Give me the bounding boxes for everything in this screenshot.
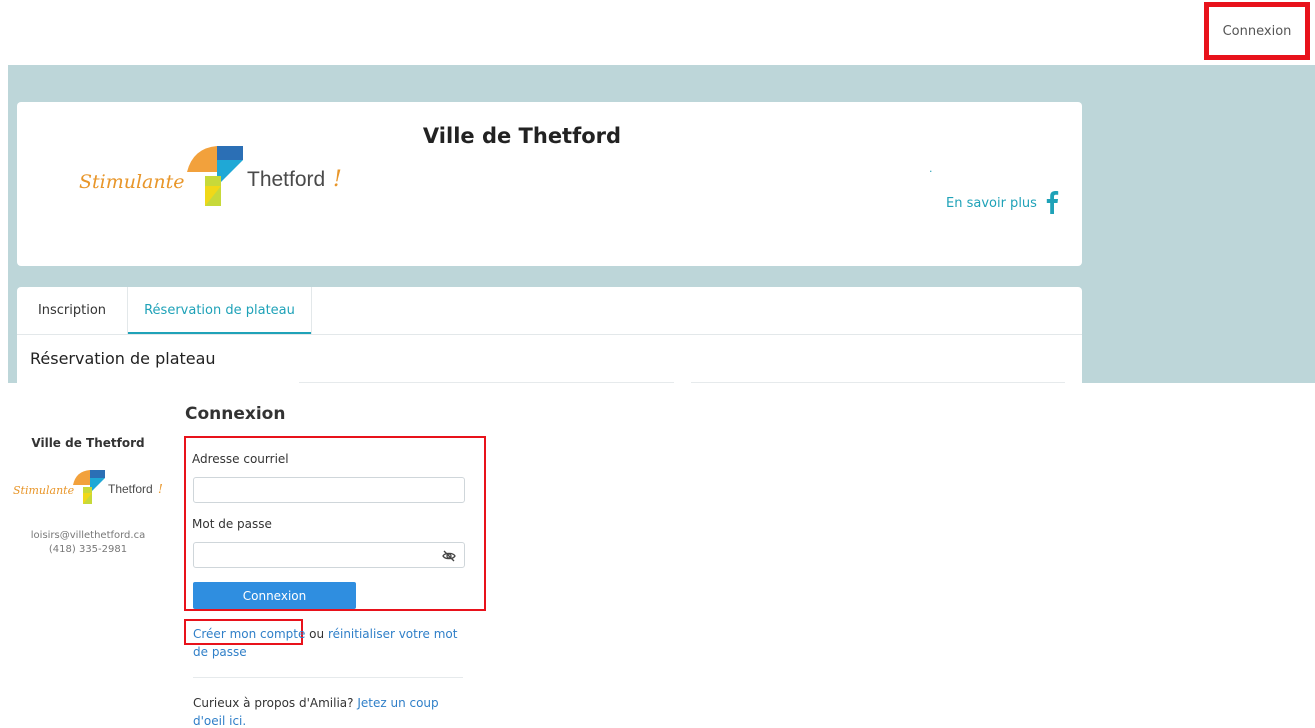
curious-text: Curieux à propos d'Amilia? xyxy=(193,696,358,710)
contact-email[interactable]: loisirs@villethetford.ca xyxy=(0,530,176,541)
tabs-divider xyxy=(17,334,1082,335)
eye-slash-icon[interactable] xyxy=(442,549,456,563)
content-divider xyxy=(299,382,674,383)
tabs-card: Inscription Réservation de plateau Réser… xyxy=(17,287,1082,383)
login-title: Connexion xyxy=(185,404,286,424)
sidebar-logo-script: Stimulante xyxy=(13,484,75,497)
contact-phone: (418) 335-2981 xyxy=(48,544,128,555)
svg-text:!: ! xyxy=(333,167,342,192)
logo-brand-text: Thetford xyxy=(247,168,325,191)
logo-script-text: Stimulante xyxy=(79,171,185,193)
create-account-link[interactable]: Créer mon compte xyxy=(193,627,305,641)
email-field[interactable] xyxy=(193,477,465,503)
password-field[interactable] xyxy=(193,542,465,568)
section-title: Réservation de plateau xyxy=(30,349,216,368)
top-bar: Connexion xyxy=(0,0,1315,64)
tab-inscription[interactable]: Inscription xyxy=(17,287,127,334)
separator-dot: . xyxy=(929,162,933,175)
login-form: Adresse courriel Mot de passe Connexion xyxy=(184,436,486,611)
amilia-info: Curieux à propos d'Amilia? Jetez un coup… xyxy=(193,694,473,728)
organization-header-card: Stimulante Thetford ! Ville de Thetford … xyxy=(17,102,1082,266)
password-label: Mot de passe xyxy=(192,517,272,531)
learn-more-link[interactable]: En savoir plus xyxy=(946,196,1037,211)
organization-logo: Stimulante Thetford ! xyxy=(79,146,342,206)
links-divider xyxy=(193,677,463,678)
email-label: Adresse courriel xyxy=(192,452,289,466)
or-text: ou xyxy=(305,627,328,641)
sidebar-org-name: Ville de Thetford xyxy=(31,436,145,450)
organization-sidebar: Ville de Thetford Stimulante Thetford ! … xyxy=(0,436,176,555)
organization-title: Ville de Thetford xyxy=(422,124,622,148)
login-submit-button[interactable]: Connexion xyxy=(193,582,356,609)
facebook-icon[interactable] xyxy=(1044,190,1060,214)
sidebar-logo: Stimulante Thetford ! xyxy=(13,470,163,504)
account-links: Créer mon compte ou réinitialiser votre … xyxy=(193,625,473,661)
tab-reservation-plateau[interactable]: Réservation de plateau xyxy=(127,287,312,334)
svg-text:!: ! xyxy=(158,482,163,496)
top-login-button[interactable]: Connexion xyxy=(1204,2,1310,60)
sidebar-logo-brand: Thetford xyxy=(108,482,153,496)
content-divider xyxy=(691,382,1065,383)
